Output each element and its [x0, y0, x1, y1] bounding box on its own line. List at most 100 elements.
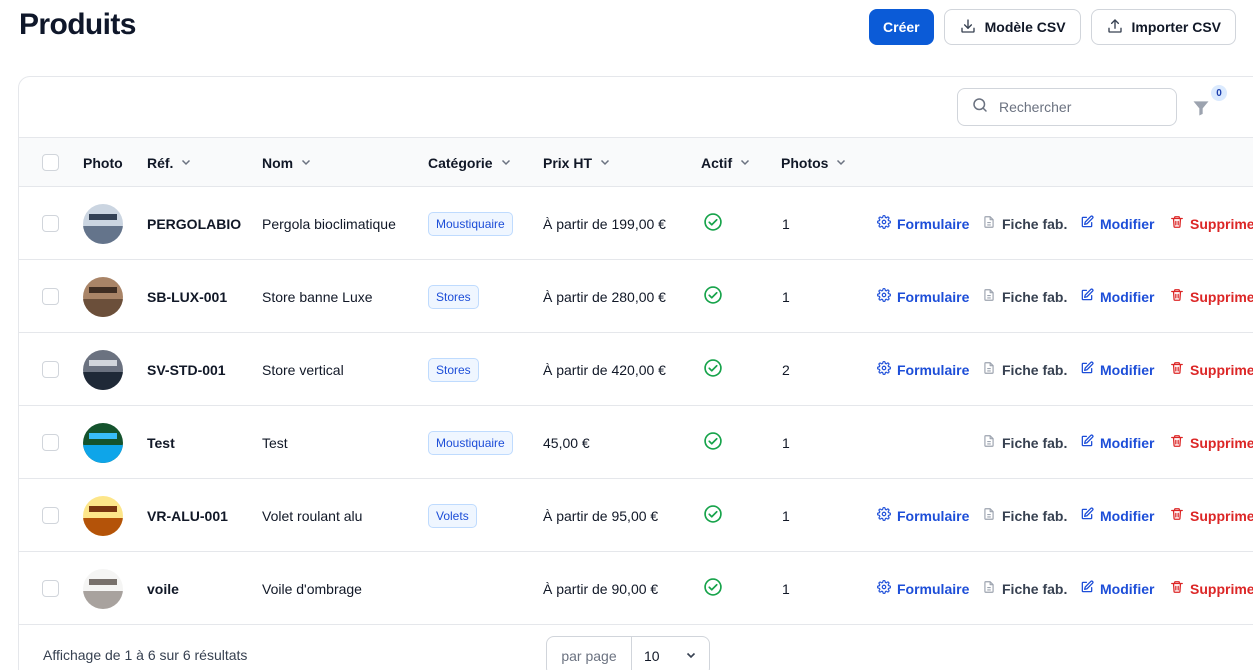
- form-action-button[interactable]: Formulaire: [877, 260, 969, 333]
- active-cell: [703, 552, 723, 625]
- per-page-value-box[interactable]: 10: [632, 637, 709, 670]
- row-checkbox-cell[interactable]: [42, 406, 59, 479]
- row-checkbox-cell[interactable]: [42, 260, 59, 333]
- photo-cell: [83, 187, 123, 260]
- delete-action-button[interactable]: Supprimer: [1170, 187, 1253, 260]
- page-title: Produits: [19, 8, 136, 41]
- row-checkbox[interactable]: [42, 288, 59, 305]
- delete-action-button[interactable]: Supprimer: [1170, 552, 1253, 625]
- row-checkbox-cell[interactable]: [42, 479, 59, 552]
- gear-icon: [877, 288, 891, 305]
- category-cell: Moustiquaire: [428, 187, 513, 260]
- csv-template-button[interactable]: Modèle CSV: [943, 9, 1081, 45]
- column-header-photos[interactable]: Photos: [781, 138, 847, 187]
- photos-count-cell: 1: [782, 434, 790, 451]
- row-checkbox-cell[interactable]: [42, 187, 59, 260]
- delete-action-label: Supprimer: [1190, 361, 1253, 378]
- row-checkbox[interactable]: [42, 580, 59, 597]
- category-badge: Stores: [428, 357, 479, 382]
- delete-action-button[interactable]: Supprimer: [1170, 406, 1253, 479]
- select-all-checkbox[interactable]: [42, 154, 59, 171]
- results-summary: Affichage de 1 à 6 sur 6 résultats: [43, 647, 248, 663]
- column-label: Photos: [781, 154, 829, 171]
- ref-cell: SV-STD-001: [147, 361, 226, 378]
- column-header-ref[interactable]: Réf.: [147, 138, 192, 187]
- sheet-action-label: Fiche fab.: [1002, 507, 1068, 524]
- edit-action-button[interactable]: Modifier: [1080, 479, 1154, 552]
- category-badge: Moustiquaire: [428, 211, 513, 236]
- search-input[interactable]: [999, 99, 1159, 115]
- row-checkbox-cell[interactable]: [42, 333, 59, 406]
- delete-action-button[interactable]: Supprimer: [1170, 260, 1253, 333]
- column-label: Catégorie: [428, 154, 493, 171]
- column-label: Réf.: [147, 154, 174, 171]
- active-cell: [703, 406, 723, 479]
- column-header-active[interactable]: Actif: [701, 138, 751, 187]
- column-header-category[interactable]: Catégorie: [428, 138, 512, 187]
- row-checkbox[interactable]: [42, 434, 59, 451]
- edit-action-button[interactable]: Modifier: [1080, 406, 1154, 479]
- chevron-down-icon: [685, 648, 697, 664]
- photo-cell: [83, 406, 123, 479]
- per-page-label: par page: [547, 637, 632, 670]
- sheet-action-button[interactable]: Fiche fab.: [982, 187, 1067, 260]
- ref-cell: voile: [147, 580, 179, 597]
- create-button[interactable]: Créer: [869, 9, 934, 45]
- form-action-label: Formulaire: [897, 361, 970, 378]
- select-all-checkbox-cell[interactable]: [42, 138, 59, 187]
- delete-action-label: Supprimer: [1190, 215, 1253, 232]
- sheet-action-button[interactable]: Fiche fab.: [982, 333, 1067, 406]
- active-cell: [703, 479, 723, 552]
- price-cell: À partir de 280,00 €: [543, 288, 666, 305]
- column-header-name[interactable]: Nom: [262, 138, 312, 187]
- form-action-button[interactable]: Formulaire: [877, 333, 969, 406]
- sheet-action-button[interactable]: Fiche fab.: [982, 552, 1067, 625]
- check-circle-icon: [703, 285, 723, 308]
- edit-action-button[interactable]: Modifier: [1080, 187, 1154, 260]
- upload-icon: [1106, 17, 1124, 38]
- header-actions: Créer Modèle CSV Importer CSV: [869, 9, 1236, 45]
- check-circle-icon: [703, 431, 723, 454]
- trash-icon: [1170, 288, 1184, 305]
- product-photo: [83, 568, 123, 609]
- row-checkbox-cell[interactable]: [42, 552, 59, 625]
- search-box[interactable]: [957, 88, 1177, 126]
- name-cell: Store vertical: [262, 361, 344, 378]
- filter-count-badge: 0: [1211, 85, 1227, 101]
- category-cell: Stores: [428, 260, 479, 333]
- import-csv-button[interactable]: Importer CSV: [1090, 9, 1236, 45]
- form-action-button[interactable]: Formulaire: [877, 187, 969, 260]
- edit-action-button[interactable]: Modifier: [1080, 333, 1154, 406]
- delete-action-button[interactable]: Supprimer: [1170, 479, 1253, 552]
- category-cell: Moustiquaire: [428, 406, 513, 479]
- row-checkbox[interactable]: [42, 507, 59, 524]
- sheet-action-button[interactable]: Fiche fab.: [982, 406, 1067, 479]
- form-action-label: Formulaire: [897, 288, 970, 305]
- edit-icon: [1080, 580, 1094, 597]
- sheet-action-label: Fiche fab.: [1002, 434, 1068, 451]
- column-header-price[interactable]: Prix HT: [543, 138, 611, 187]
- edit-icon: [1080, 215, 1094, 232]
- per-page-select[interactable]: par page 10: [546, 636, 710, 670]
- sheet-action-button[interactable]: Fiche fab.: [982, 479, 1067, 552]
- gear-icon: [877, 361, 891, 378]
- table-row: voile Voile d'ombrage À partir de 90,00 € 1…: [19, 552, 1253, 625]
- row-checkbox[interactable]: [42, 361, 59, 378]
- filter-icon[interactable]: [1191, 98, 1211, 118]
- document-icon: [982, 580, 996, 597]
- name-cell: Store banne Luxe: [262, 288, 373, 305]
- table-header: Photo Réf. Nom Catégorie Prix HT Actif P…: [19, 138, 1253, 187]
- trash-icon: [1170, 361, 1184, 378]
- sheet-action-button[interactable]: Fiche fab.: [982, 260, 1067, 333]
- product-photo: [83, 349, 123, 390]
- edit-action-button[interactable]: Modifier: [1080, 552, 1154, 625]
- row-checkbox[interactable]: [42, 215, 59, 232]
- edit-action-button[interactable]: Modifier: [1080, 260, 1154, 333]
- delete-action-button[interactable]: Supprimer: [1170, 333, 1253, 406]
- form-action-button[interactable]: Formulaire: [877, 479, 969, 552]
- price-cell: À partir de 420,00 €: [543, 361, 666, 378]
- ref-cell: PERGOLABIO: [147, 215, 242, 232]
- per-page-value: 10: [644, 648, 660, 664]
- photo-cell: [83, 479, 123, 552]
- form-action-button[interactable]: Formulaire: [877, 552, 969, 625]
